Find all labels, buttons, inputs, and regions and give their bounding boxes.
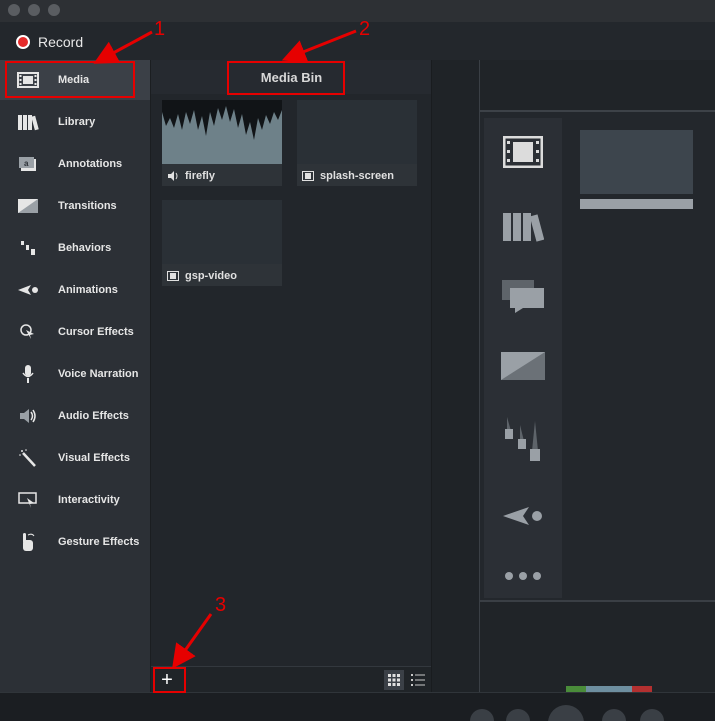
media-item-splash-screen[interactable]: splash-screen [297,100,417,186]
play-pause-icon [548,705,584,721]
speaker-icon [168,171,178,181]
annotation-number-1: 1 [154,18,166,40]
sidebar-item-cursor-effects[interactable]: Cursor Effects [0,312,150,352]
sidebar-item-label: Audio Effects [58,410,129,422]
sidebar-item-label: Transitions [58,200,117,212]
sidebar-item-label: Behaviors [58,242,112,254]
media-item-firefly[interactable]: firefly [162,100,282,186]
app-window: Record Media Library a Annotations Trans… [0,0,715,721]
media-item-name: gsp-video [185,270,237,282]
list-view-icon[interactable] [408,670,428,690]
sidebar-item-label: Visual Effects [58,452,130,464]
sidebar-item-label: Annotations [58,158,123,170]
properties-panel [479,60,715,694]
cursor-effects-icon [16,320,40,344]
animation-icon[interactable] [500,494,546,538]
minimize-window-icon[interactable] [28,4,40,16]
media-item-label-row: splash-screen [297,166,417,186]
step-back-icon [506,709,530,721]
panel-divider [431,60,480,692]
microphone-icon [16,362,40,386]
film-icon [302,171,314,181]
sidebar-item-label: Cursor Effects [58,326,134,338]
audio-effects-icon [16,404,40,428]
record-button[interactable]: Record [16,32,83,52]
sidebar-item-animations[interactable]: Animations [0,270,150,310]
sidebar-item-gesture-effects[interactable]: Gesture Effects [0,522,150,562]
animation-icon [16,278,40,302]
behaviors-icon[interactable] [500,417,546,462]
behaviors-icon [16,236,40,260]
properties-preview-bar [580,199,693,209]
film-icon[interactable] [500,130,546,174]
gesture-icon [16,530,40,554]
zoom-window-icon[interactable] [48,4,60,16]
annotation-icon[interactable] [500,274,546,318]
annotation-number-3: 3 [215,594,227,616]
annotation-number-2: 2 [359,18,371,40]
sidebar-item-voice-narration[interactable]: Voice Narration [0,354,150,394]
interactivity-icon [16,488,40,512]
library-icon[interactable] [500,204,546,248]
sidebar-item-transitions[interactable]: Transitions [0,186,150,226]
sidebar-item-library[interactable]: Library [0,102,150,142]
fast-forward-icon [640,709,664,721]
media-item-name: firefly [185,170,215,182]
tools-sidebar: Media Library a Annotations Transitions … [0,60,150,692]
panel-header [480,60,715,112]
media-bin-footer: + [151,666,432,693]
magic-wand-icon [16,446,40,470]
media-item-name: splash-screen [320,170,394,182]
audio-waveform-thumbnail [162,100,282,164]
playback-bar [0,692,715,721]
library-icon [16,110,40,134]
sidebar-item-label: Voice Narration [58,368,139,380]
sidebar-item-visual-effects[interactable]: Visual Effects [0,438,150,478]
sidebar-item-label: Animations [58,284,118,296]
transition-icon[interactable] [500,344,546,388]
record-label: Record [38,34,84,50]
annotation-box-media [5,61,135,98]
annotation-icon: a [16,152,40,176]
annotation-box-add [153,667,186,693]
sidebar-item-label: Gesture Effects [58,536,140,548]
annotation-box-media-bin [227,61,345,95]
step-forward-icon [602,709,626,721]
sidebar-item-audio-effects[interactable]: Audio Effects [0,396,150,436]
rewind-icon [470,709,494,721]
sidebar-item-annotations[interactable]: a Annotations [0,144,150,184]
sidebar-item-behaviors[interactable]: Behaviors [0,228,150,268]
sidebar-item-interactivity[interactable]: Interactivity [0,480,150,520]
transition-icon [16,194,40,218]
media-item-gsp-video[interactable]: gsp-video [162,200,282,286]
svg-text:a: a [24,159,29,168]
film-icon [167,271,179,281]
tool-strip [484,118,562,598]
record-icon [16,35,30,49]
title-bar [0,0,715,23]
video-thumbnail [297,100,417,164]
close-window-icon[interactable] [8,4,20,16]
more-options-icon[interactable] [500,554,546,598]
toolbar: Record [0,22,715,62]
properties-preview [580,130,693,194]
grid-view-icon[interactable] [384,670,404,690]
sidebar-item-label: Library [58,116,96,128]
media-item-label-row: firefly [162,166,282,186]
sidebar-item-label: Interactivity [58,494,120,506]
media-item-label-row: gsp-video [162,266,282,286]
video-thumbnail [162,200,282,264]
media-bin-panel: Media Bin firefly splash-screen gsp-vide… [150,60,432,693]
timeline-area [480,600,715,694]
